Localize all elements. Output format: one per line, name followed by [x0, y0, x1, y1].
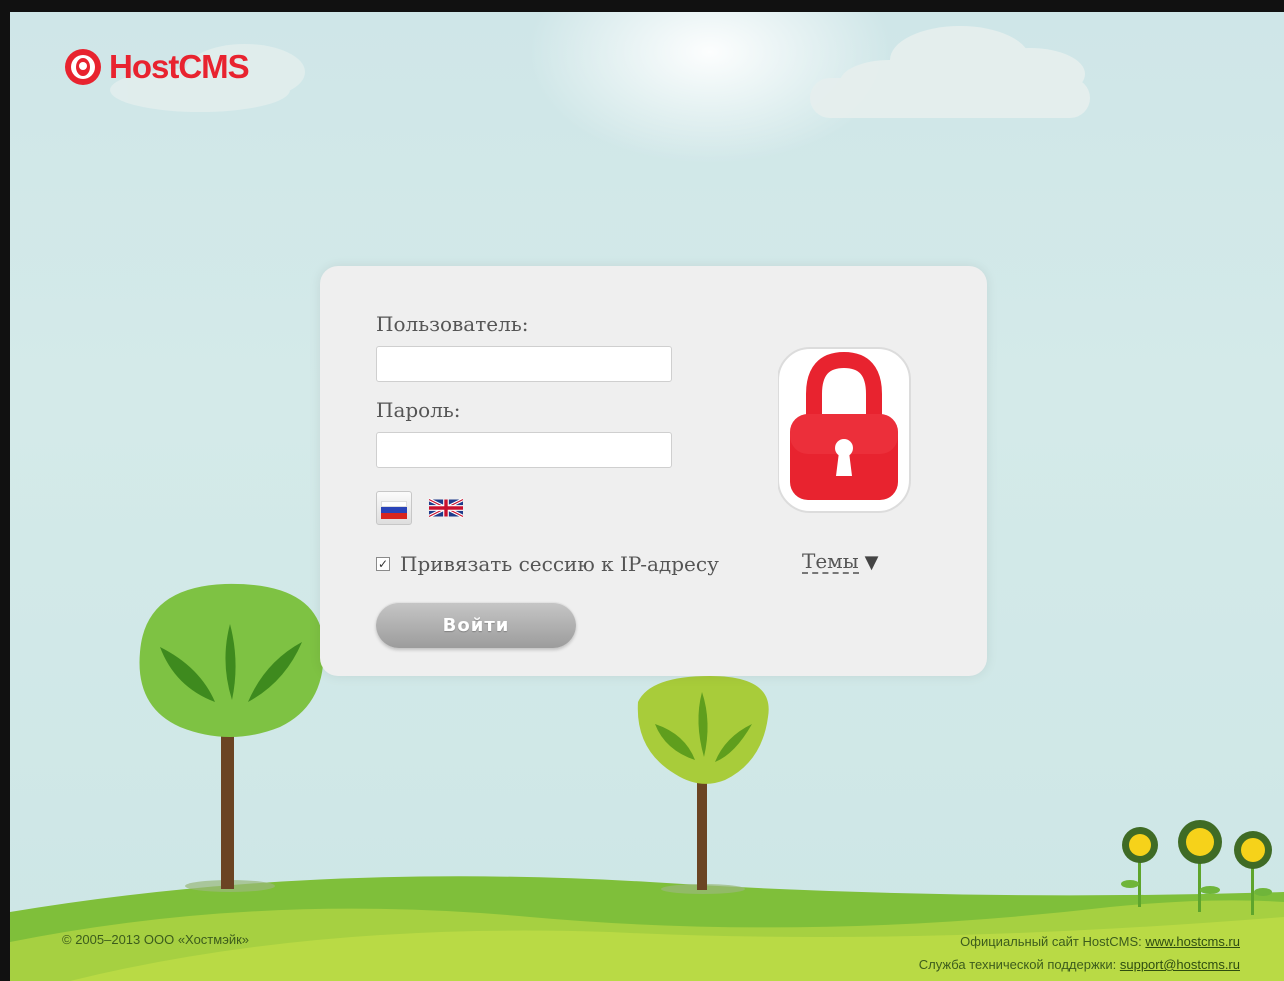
official-site-link[interactable]: www.hostcms.ru [1145, 934, 1240, 949]
brand-name: HostCMS [109, 48, 250, 85]
username-label: Пользователь: [376, 312, 529, 336]
login-panel: Пользователь: Пароль: ✓ Привязать сессию… [320, 266, 987, 676]
tree-right-trunk [697, 772, 707, 890]
password-label: Пароль: [376, 398, 461, 422]
login-button[interactable]: Войти [376, 602, 576, 648]
padlock-icon [778, 347, 911, 513]
official-site-row: Официальный сайт HostCMS: www.hostcms.ru [919, 930, 1240, 953]
support-email-link[interactable]: support@hostcms.ru [1120, 957, 1240, 972]
bind-ip-label: Привязать сессию к IP-адресу [400, 552, 719, 576]
official-site-label: Официальный сайт HostCMS: [960, 934, 1142, 949]
language-russian-button[interactable] [376, 491, 412, 525]
password-input[interactable] [376, 432, 672, 468]
browser-frame: HostCMS Пользователь: Пароль: ✓ Привязат… [0, 0, 1284, 981]
footer-links: Официальный сайт HostCMS: www.hostcms.ru… [919, 930, 1240, 976]
cloud-right [810, 26, 1090, 118]
flag-uk-icon [429, 497, 463, 519]
support-label: Служба технической поддержки: [918, 957, 1117, 972]
language-english-button[interactable] [428, 491, 464, 525]
bind-ip-checkbox[interactable]: ✓ [376, 557, 390, 571]
themes-label[interactable]: Темы [802, 550, 859, 574]
bind-ip-option[interactable]: ✓ Привязать сессию к IP-адресу [376, 552, 719, 576]
login-page: HostCMS Пользователь: Пароль: ✓ Привязат… [10, 12, 1284, 981]
support-row: Служба технической поддержки: support@ho… [919, 953, 1240, 976]
hostcms-logo-icon [65, 49, 101, 85]
username-input[interactable] [376, 346, 672, 382]
hostcms-logo[interactable]: HostCMS [65, 48, 250, 86]
themes-dropdown[interactable]: Темы ▼ [802, 550, 879, 574]
triangle-down-icon: ▼ [864, 551, 879, 573]
tree-left-trunk [221, 727, 234, 889]
copyright-text: © 2005–2013 ООО «Хостмэйк» [62, 932, 250, 947]
